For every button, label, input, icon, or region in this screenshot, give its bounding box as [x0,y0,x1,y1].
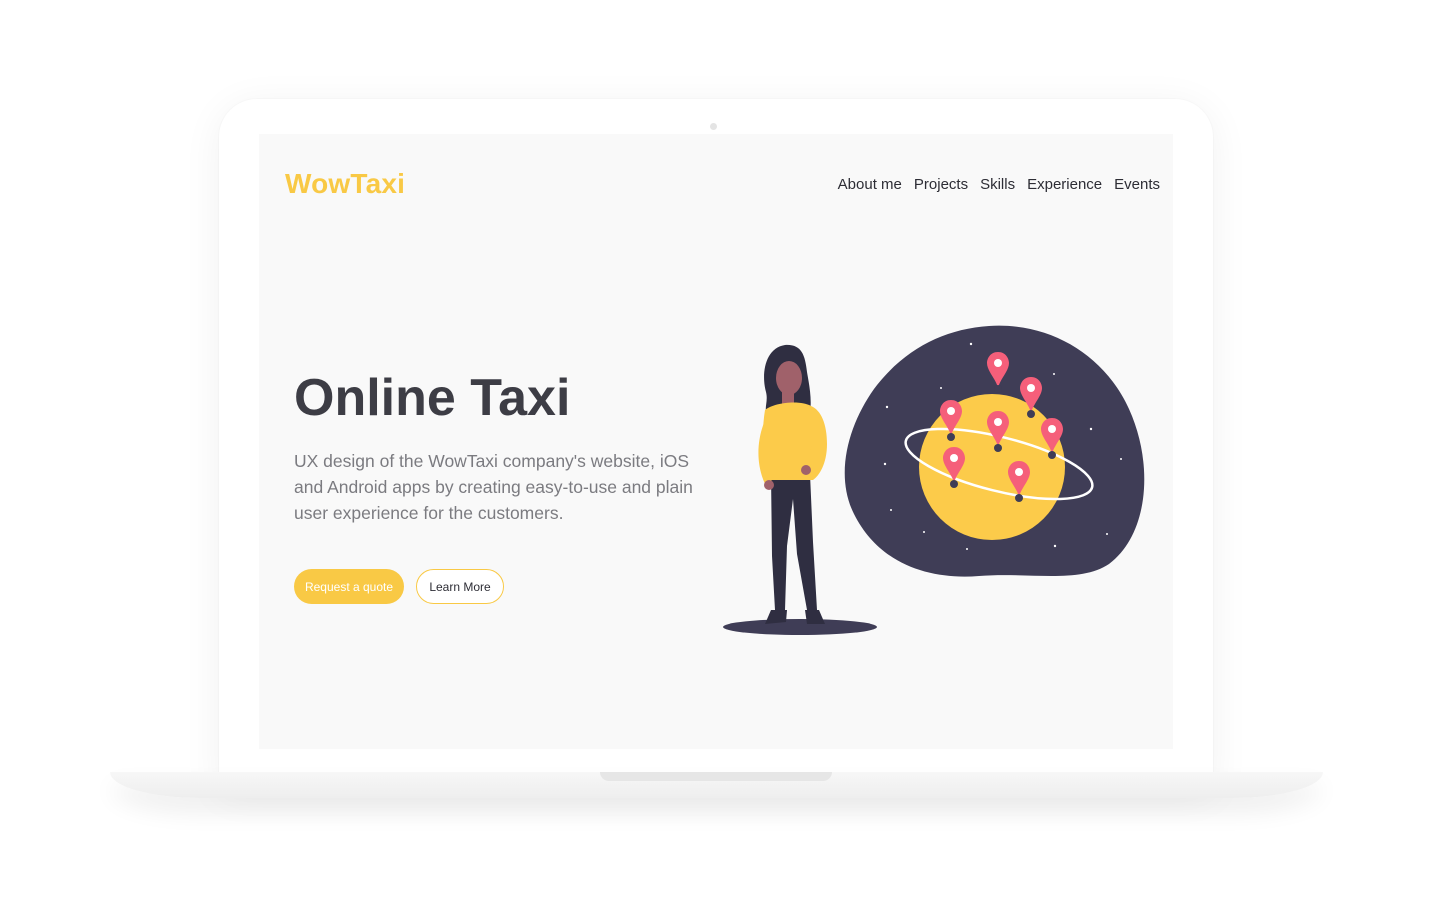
nav-projects[interactable]: Projects [914,176,968,193]
nav-skills[interactable]: Skills [980,176,1015,193]
nav-about-me[interactable]: About me [838,176,902,193]
nav-events[interactable]: Events [1114,176,1160,193]
hero-description: UX design of the WowTaxi company's websi… [294,451,693,523]
laptop-notch [600,772,832,781]
hero-title: Online Taxi [294,369,571,427]
website-screen: WowTaxi About me Projects Skills Experie… [259,134,1173,749]
request-quote-button[interactable]: Request a quote [294,569,404,604]
nav-experience[interactable]: Experience [1027,176,1102,193]
learn-more-button[interactable]: Learn More [416,569,504,604]
brand-logo[interactable]: WowTaxi [285,168,405,200]
hero-illustration [723,325,1145,635]
camera-icon [710,123,717,130]
main-nav: About me Projects Skills Experience Even… [838,176,1160,193]
ground-shadow [723,619,877,635]
